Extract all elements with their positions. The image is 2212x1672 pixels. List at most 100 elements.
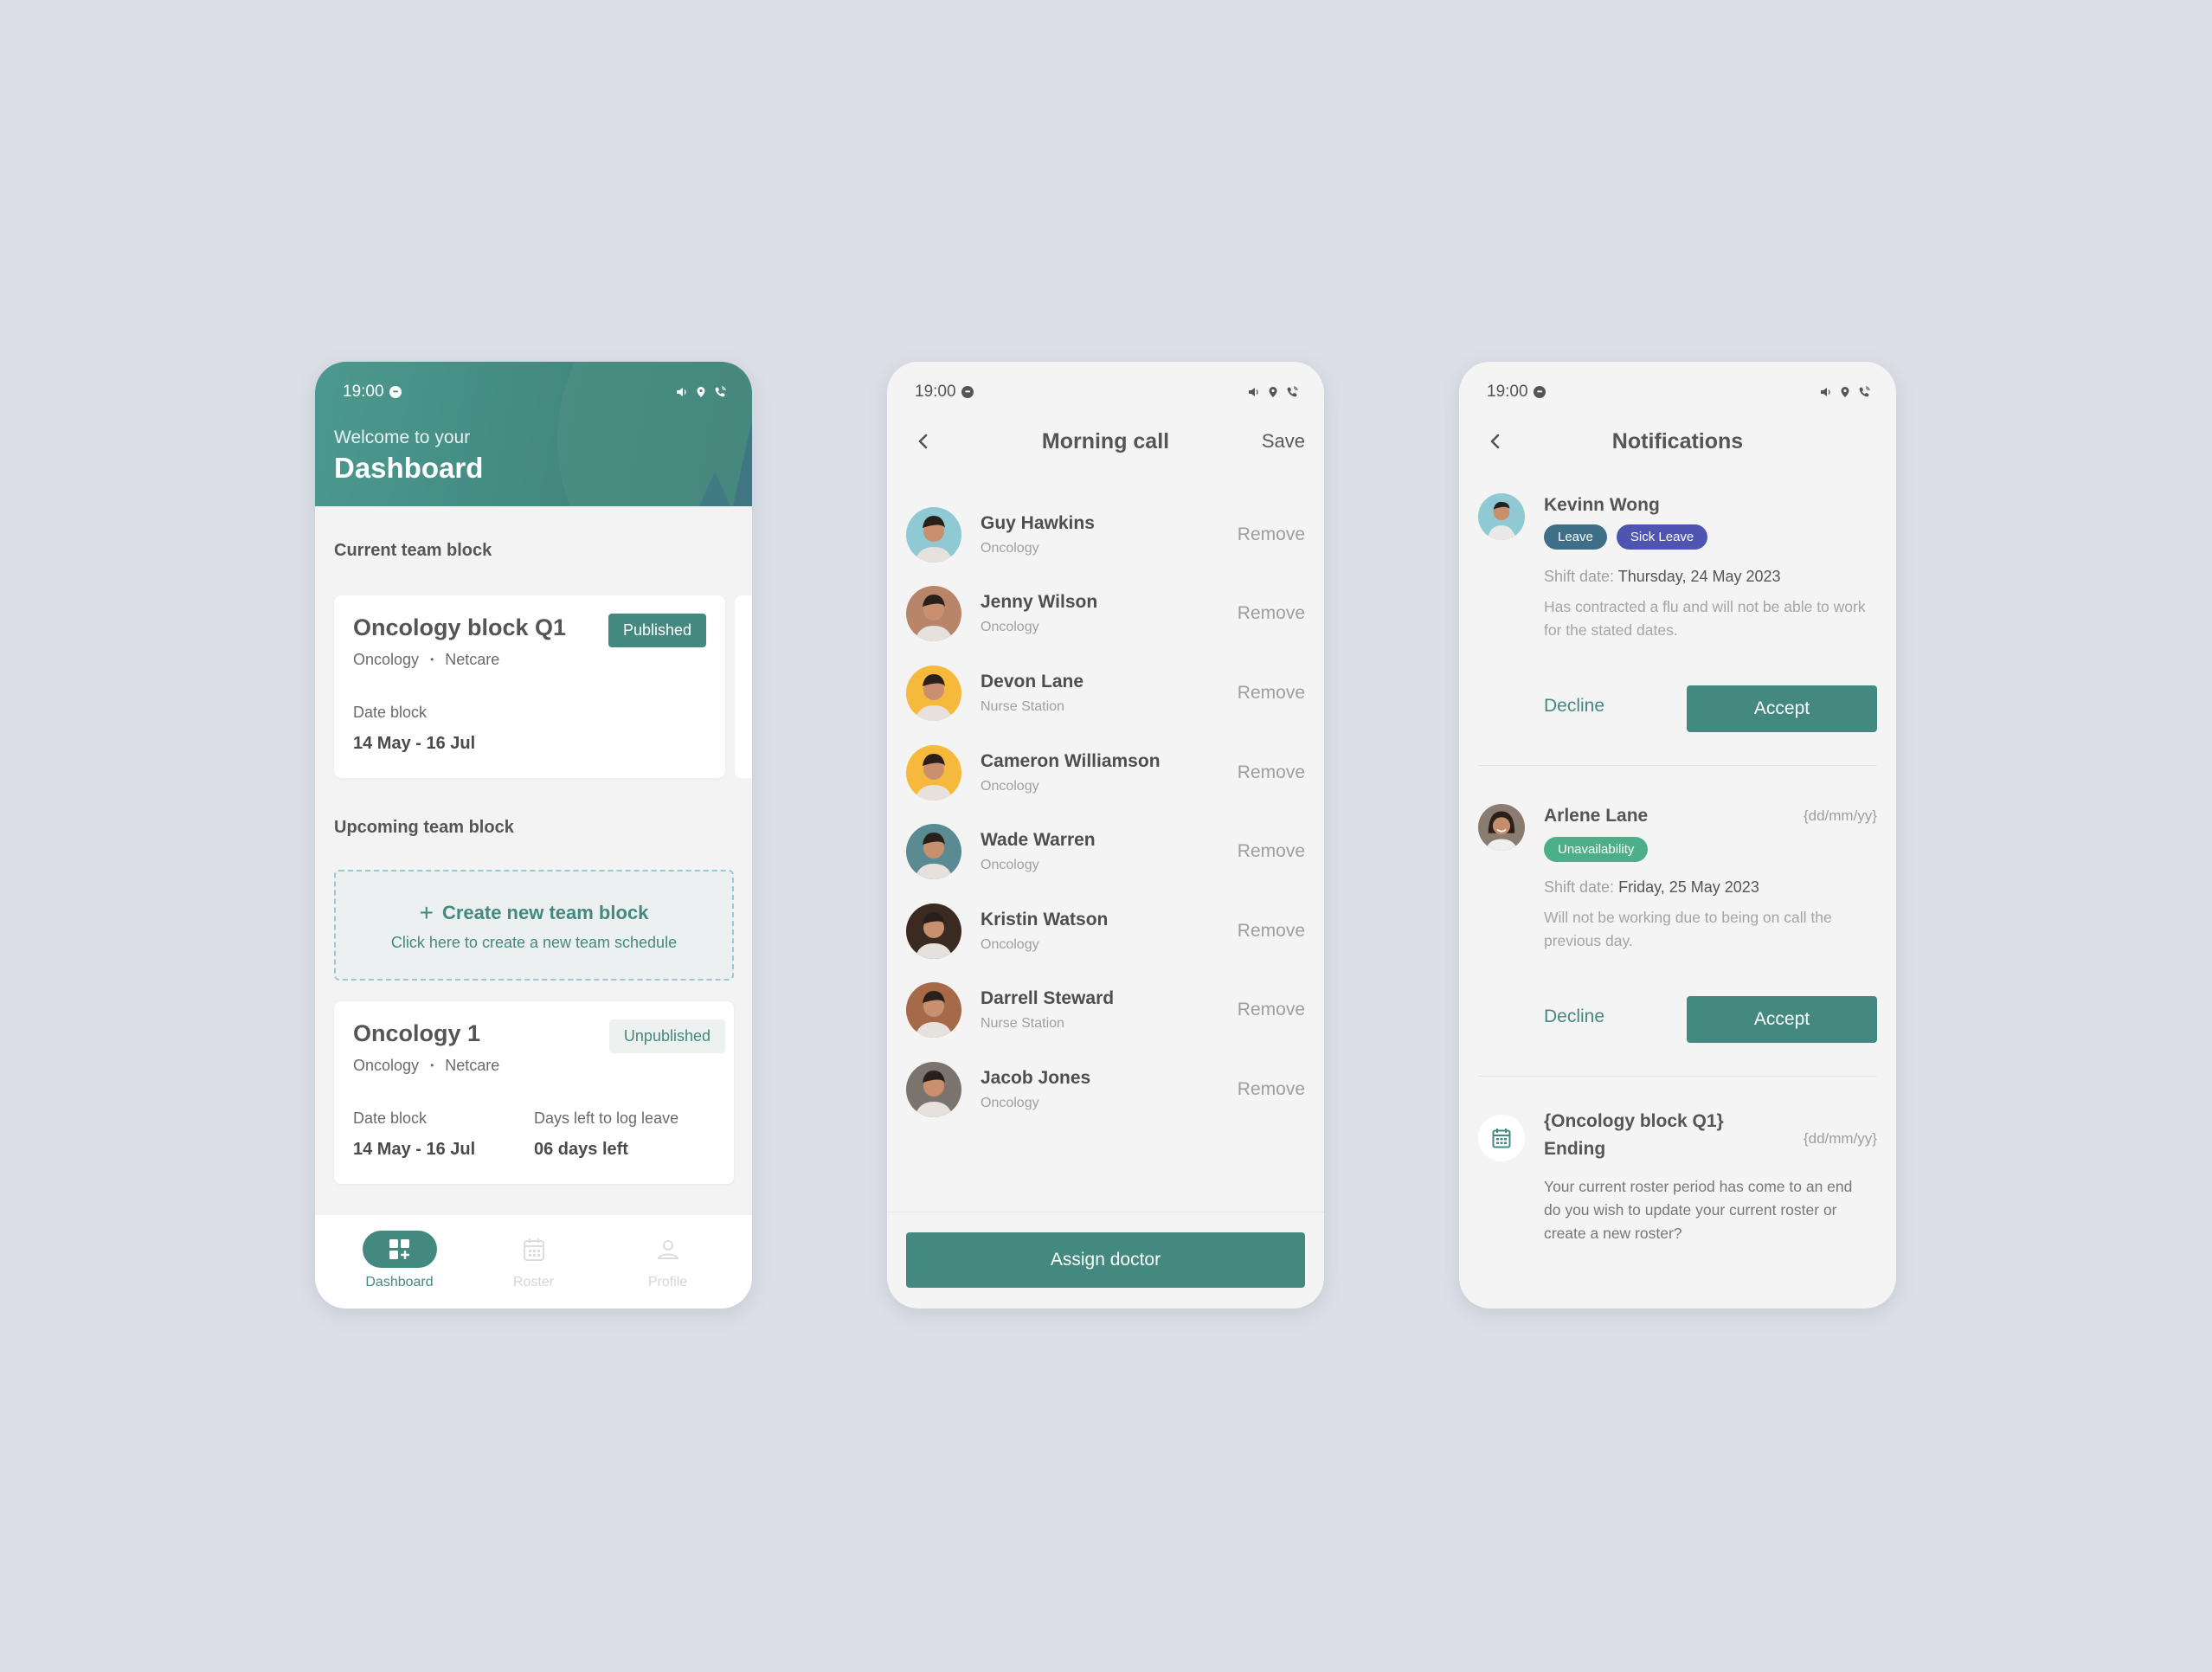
- remove-button[interactable]: Remove: [1238, 524, 1305, 545]
- dashboard-icon: [389, 1238, 409, 1259]
- notification-title: {Oncology block Q1} Ending: [1544, 1108, 1724, 1163]
- doctor-department: Oncology: [981, 936, 1039, 952]
- shift-date-label: Shift date:: [1544, 878, 1615, 896]
- nav-roster[interactable]: Roster: [482, 1215, 586, 1309]
- list-item: Cameron Williamson Oncology Remove: [887, 733, 1324, 813]
- remove-button[interactable]: Remove: [1238, 1000, 1305, 1020]
- call-icon: [715, 386, 726, 397]
- block-hospital: Netcare: [445, 1057, 500, 1074]
- header-decoration: [733, 420, 752, 506]
- upcoming-block-card[interactable]: Oncology 1 Unpublished Oncology • Netcar…: [334, 1001, 734, 1184]
- block-department: Oncology: [353, 1057, 420, 1074]
- message-icon: •••: [389, 386, 402, 398]
- decline-button[interactable]: Decline: [1544, 1006, 1604, 1027]
- call-icon: [1859, 386, 1870, 397]
- doctor-name: Wade Warren: [981, 830, 1096, 851]
- shift-date-label: Shift date:: [1544, 568, 1615, 585]
- nav-profile[interactable]: Profile: [616, 1215, 720, 1309]
- doctor-name: Jacob Jones: [981, 1067, 1091, 1088]
- create-subtitle: Click here to create a new team schedule: [390, 934, 678, 951]
- remove-button[interactable]: Remove: [1238, 603, 1305, 624]
- notification-description: Will not be working due to being on call…: [1544, 909, 1832, 949]
- message-icon: •••: [961, 386, 974, 398]
- avatar: [906, 744, 961, 801]
- doctor-name: Devon Lane: [981, 671, 1084, 691]
- back-arrow-icon[interactable]: [1485, 431, 1506, 452]
- assign-doctor-button[interactable]: Assign doctor: [906, 1232, 1305, 1288]
- doctor-department: Oncology: [981, 540, 1039, 556]
- doctor-department: Oncology: [981, 778, 1039, 794]
- tag-leave: Leave: [1544, 524, 1607, 550]
- divider: [1478, 765, 1877, 766]
- block-hospital: Netcare: [445, 651, 500, 668]
- next-block-card-peek[interactable]: [735, 595, 752, 778]
- welcome-text: Welcome to your: [334, 428, 471, 447]
- avatar: [906, 982, 961, 1039]
- message-icon: •••: [1533, 386, 1546, 398]
- calendar-icon: [1492, 1129, 1511, 1148]
- profile-icon: [657, 1239, 678, 1259]
- doctor-department: Nurse Station: [981, 1016, 1064, 1032]
- upcoming-block-heading: Upcoming team block: [334, 818, 514, 837]
- list-item: Wade Warren Oncology Remove: [887, 812, 1324, 891]
- tag-unavailability: Unavailability: [1544, 837, 1649, 862]
- separator-dot: •: [430, 653, 434, 666]
- accept-button[interactable]: Accept: [1687, 685, 1877, 732]
- notification-date: {dd/mm/yy}: [1803, 1130, 1877, 1147]
- back-arrow-icon[interactable]: [913, 431, 934, 452]
- dashboard-content: Current team block Oncology block Q1 Pub…: [315, 506, 752, 1215]
- doctor-name: Cameron Williamson: [981, 750, 1161, 771]
- accept-button[interactable]: Accept: [1687, 996, 1877, 1043]
- status-bar: 19:00 •••: [315, 362, 752, 410]
- create-title: Create new team block: [441, 902, 649, 923]
- nav-dashboard[interactable]: Dashboard: [348, 1215, 452, 1309]
- page-title: Dashboard: [334, 452, 484, 484]
- doctor-department: Nurse Station: [981, 698, 1064, 714]
- shift-date-value: Friday, 25 May 2023: [1618, 878, 1759, 896]
- doctor-name: Guy Hawkins: [981, 512, 1095, 533]
- calendar-icon: [523, 1238, 544, 1261]
- remove-button[interactable]: Remove: [1238, 762, 1305, 783]
- list-item: Jacob Jones Oncology Remove: [887, 1050, 1324, 1129]
- speaker-icon: [1821, 388, 1830, 396]
- status-bar: 19:00 •••: [1459, 362, 1896, 410]
- notification-name: Kevinn Wong: [1544, 495, 1660, 515]
- dashboard-header: 19:00 ••• Welcome to your Dashboard: [315, 362, 752, 506]
- avatar: [906, 824, 961, 880]
- status-time: 19:00: [1487, 383, 1528, 401]
- current-block-card[interactable]: Oncology block Q1 Published Oncology • N…: [334, 595, 725, 778]
- save-button[interactable]: Save: [1262, 430, 1305, 453]
- list-item: Devon Lane Nurse Station Remove: [887, 653, 1324, 733]
- avatar: [906, 665, 961, 721]
- remove-button[interactable]: Remove: [1238, 841, 1305, 862]
- doctor-name: Kristin Watson: [981, 909, 1109, 929]
- calendar-badge: [1478, 1115, 1525, 1161]
- roster-status: Ending: [1544, 1139, 1606, 1159]
- shift-date: Shift date: Thursday, 24 May 2023: [1544, 568, 1781, 586]
- doctor-department: Oncology: [981, 858, 1039, 873]
- call-icon: [1287, 386, 1298, 397]
- decline-button[interactable]: Decline: [1544, 696, 1604, 717]
- notification-date: {dd/mm/yy}: [1803, 807, 1877, 824]
- notification-name: Arlene Lane: [1544, 806, 1649, 826]
- date-block-label: Date block: [353, 1109, 428, 1127]
- block-meta: Oncology • Netcare: [353, 651, 499, 669]
- create-team-block-button[interactable]: + Create new team block Click here to cre…: [334, 870, 734, 981]
- avatar: [1478, 804, 1525, 851]
- page-title: Notifications: [1611, 428, 1744, 453]
- tag-sick-leave: Sick Leave: [1616, 524, 1708, 550]
- date-block-label: Date block: [353, 704, 428, 721]
- separator-dot: •: [430, 1059, 434, 1071]
- remove-button[interactable]: Remove: [1238, 921, 1305, 942]
- remove-button[interactable]: Remove: [1238, 1079, 1305, 1100]
- roster-block-name: {Oncology block Q1}: [1544, 1111, 1724, 1131]
- location-icon: [1841, 387, 1849, 397]
- notification-description: Has contracted a flu and will not be abl…: [1544, 598, 1866, 639]
- date-block-value: 14 May - 16 Jul: [353, 734, 476, 753]
- doctor-name: Jenny Wilson: [981, 592, 1098, 613]
- avatar: [906, 506, 961, 563]
- remove-button[interactable]: Remove: [1238, 683, 1305, 704]
- list-item: Kristin Watson Oncology Remove: [887, 891, 1324, 971]
- status-badge: Published: [608, 614, 706, 647]
- divider: [1478, 1076, 1877, 1077]
